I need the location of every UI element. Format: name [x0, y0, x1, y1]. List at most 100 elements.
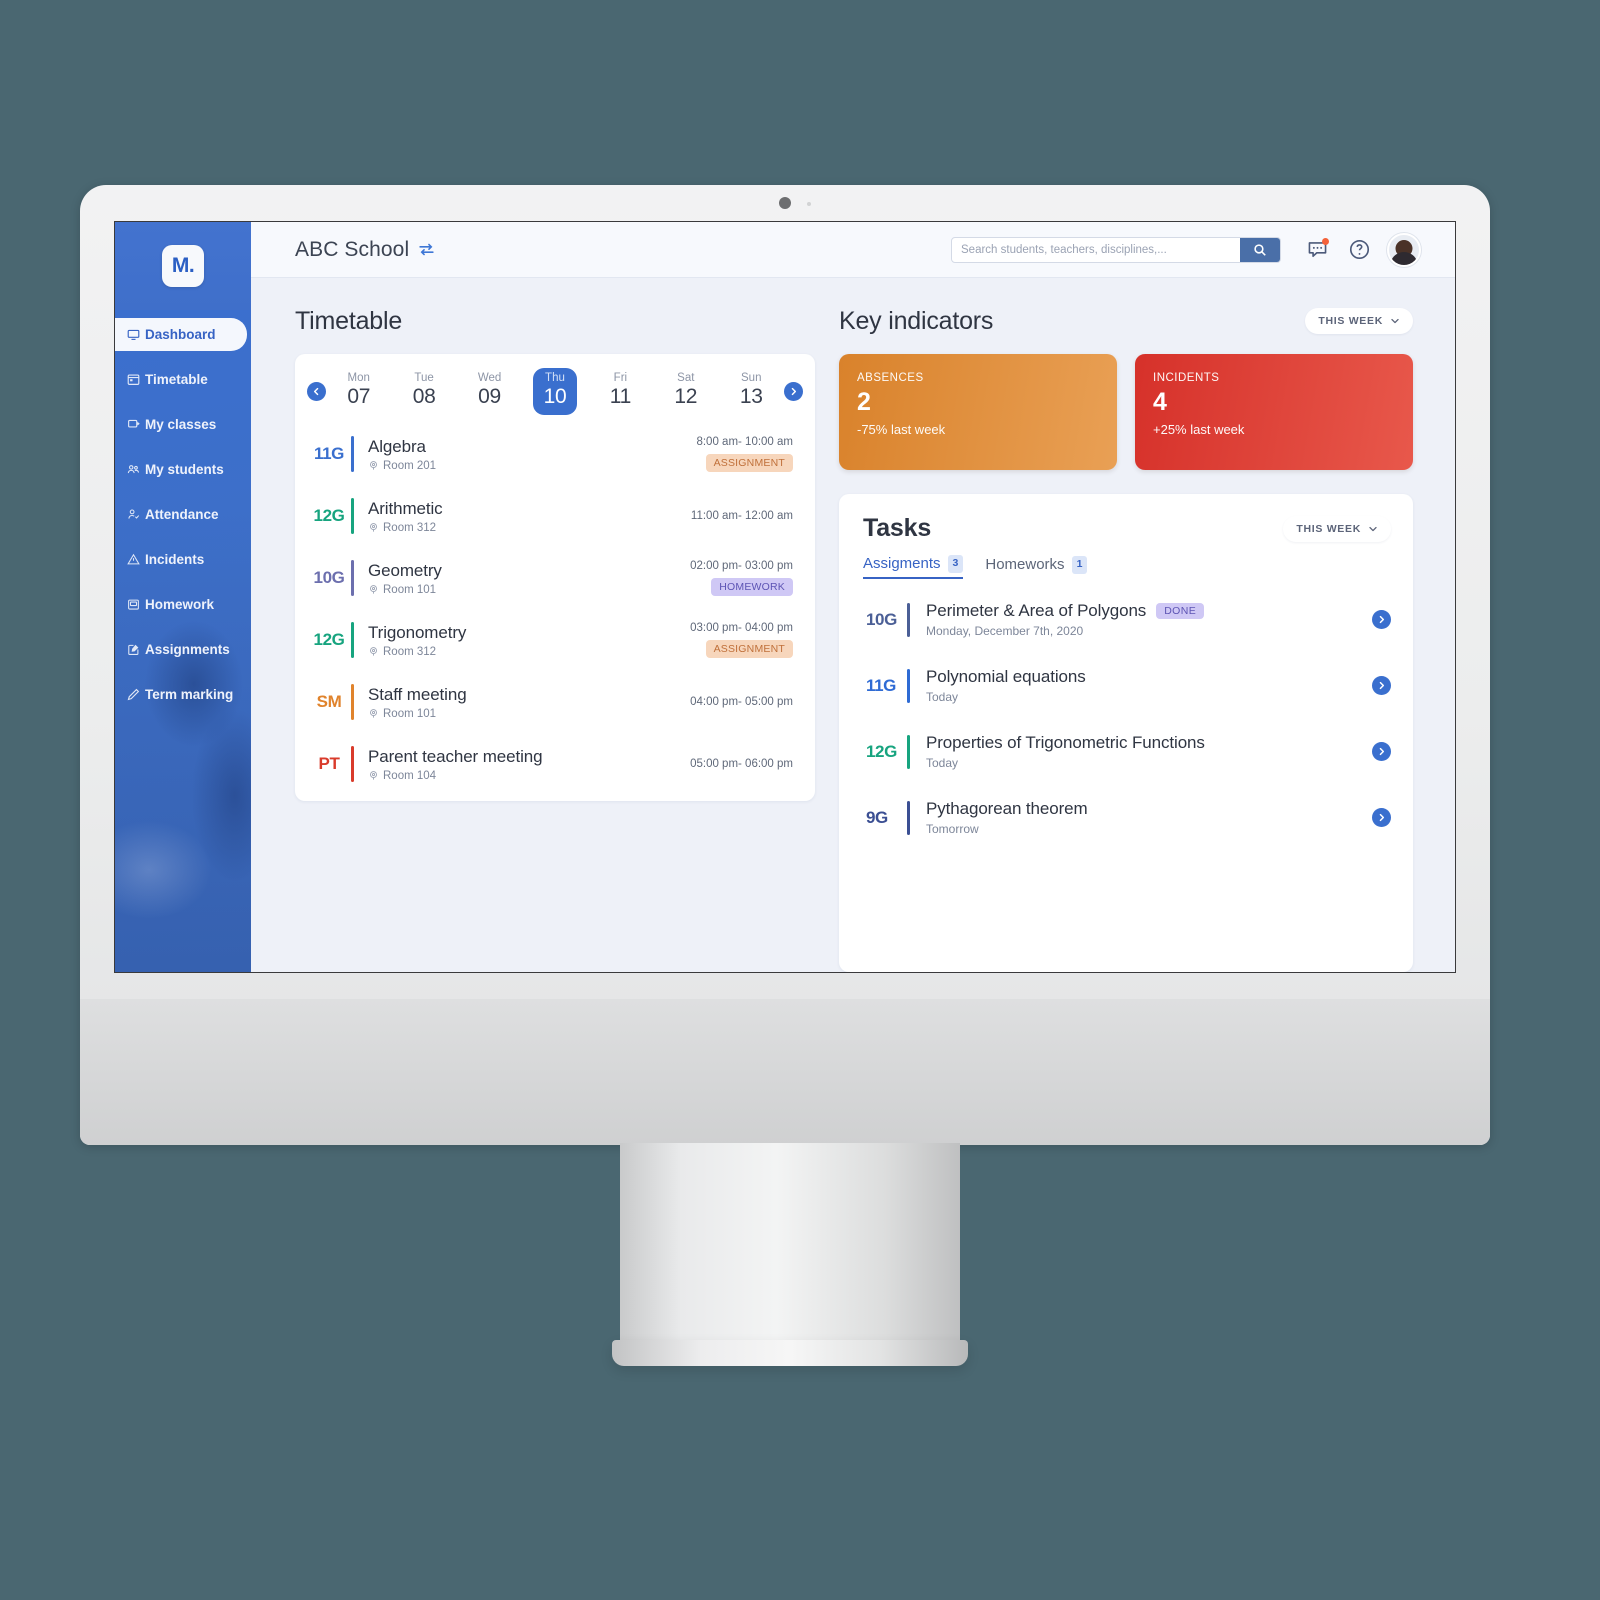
sidebar-item-label: Dashboard [145, 327, 216, 342]
kpi-row: ABSENCES 2 -75% last week INCIDENTS 4 +2… [839, 354, 1413, 470]
lesson-time: 04:00 pm- 05:00 pm [690, 696, 793, 708]
lesson-row[interactable]: 11G Algebra Room 201 8:00 am- 10:00 am ASSIG… [295, 423, 815, 485]
monitor-chin [80, 999, 1490, 1145]
task-row[interactable]: 9G Pythagorean theorem Tomorrow [863, 785, 1391, 851]
lesson-tag: ASSIGNMENT [705, 454, 793, 472]
lesson-time: 05:00 pm- 06:00 pm [690, 758, 793, 770]
location-pin-icon [368, 584, 379, 595]
task-open-button[interactable] [1372, 610, 1391, 630]
sidebar: M. Dashboard Timetable My classes My stu… [115, 222, 251, 972]
sidebar-item-my-classes[interactable]: My classes [115, 408, 251, 441]
lesson-color-bar [351, 560, 354, 596]
swap-horizontal-icon[interactable] [418, 241, 435, 258]
status-badge: DONE [1156, 603, 1205, 620]
topbar: ABC School [251, 222, 1455, 278]
task-title-row: Polynomial equations [926, 667, 1360, 687]
lesson-row[interactable]: 10G Geometry Room 101 02:00 pm- 03:00 pm HOM… [295, 547, 815, 609]
tasks-tabs: Assigments 3 Homeworks 1 [863, 555, 1391, 579]
sidebar-item-dashboard[interactable]: Dashboard [115, 318, 247, 351]
lesson-row[interactable]: SM Staff meeting Room 101 04:00 pm- 05:00 p… [295, 671, 815, 733]
prev-week-button[interactable] [307, 382, 326, 401]
day-cell-selected[interactable]: Thu 10 [532, 368, 577, 415]
kpi-absences[interactable]: ABSENCES 2 -75% last week [839, 354, 1117, 470]
task-due: Today [926, 690, 959, 705]
user-avatar[interactable] [1387, 232, 1421, 267]
sidebar-item-attendance[interactable]: Attendance [115, 498, 251, 531]
monitor-icon [127, 328, 140, 341]
lesson-room: Room 201 [368, 460, 696, 472]
lesson-class-code: SM [316, 692, 342, 711]
task-open-button[interactable] [1372, 808, 1391, 828]
day-cell[interactable]: Sat 12 [664, 368, 708, 415]
lesson-row[interactable]: 12G Arithmetic Room 312 11:00 am- 12:00 am [295, 485, 815, 547]
lesson-room-label: Room 104 [383, 769, 437, 782]
lesson-room-label: Room 312 [383, 521, 437, 534]
lesson-class-code: PT [318, 754, 340, 773]
task-info: Perimeter & Area of Polygons DONE Monday, … [926, 601, 1360, 638]
task-class-code: 10G [866, 609, 897, 629]
next-week-button[interactable] [784, 382, 803, 401]
day-cell[interactable]: Mon 07 [337, 368, 381, 415]
day-name: Sun [741, 372, 762, 384]
lesson-subject: Algebra [368, 436, 426, 456]
lesson-subject: Geometry [368, 560, 442, 580]
lesson-info: Parent teacher meeting Room 104 [368, 747, 690, 782]
tab-label: Assigments [863, 555, 941, 573]
location-pin-icon [368, 770, 379, 781]
lesson-row[interactable]: PT Parent teacher meeting Room 104 05:00 pm… [295, 733, 815, 795]
sidebar-item-label: My students [145, 462, 224, 477]
day-cell[interactable]: Fri 11 [598, 368, 642, 415]
day-cell[interactable]: Tue 08 [402, 368, 446, 415]
range-label: THIS WEEK [1318, 315, 1383, 327]
task-title-row: Pythagorean theorem [926, 799, 1360, 819]
sidebar-item-label: Timetable [145, 372, 208, 387]
task-row[interactable]: 12G Properties of Trigonometric Functions… [863, 719, 1391, 785]
sidebar-item-term-marking[interactable]: Term marking [115, 678, 251, 711]
search-button[interactable] [1240, 237, 1280, 262]
sidebar-item-timetable[interactable]: Timetable [115, 363, 251, 396]
range-label: THIS WEEK [1296, 522, 1361, 535]
imac-monitor: M. Dashboard Timetable My classes My stu… [80, 185, 1490, 1145]
help-button[interactable] [1345, 236, 1373, 264]
task-due: Tomorrow [926, 822, 979, 837]
day-cell[interactable]: Wed 09 [468, 368, 512, 415]
calendar-icon [127, 373, 140, 386]
task-open-button[interactable] [1372, 742, 1391, 762]
warning-icon [127, 553, 140, 566]
lesson-room: Room 312 [368, 522, 691, 534]
task-info: Pythagorean theorem Tomorrow [926, 799, 1360, 836]
tasks-range-dropdown[interactable]: THIS WEEK [1283, 515, 1391, 542]
day-number: 09 [478, 385, 501, 408]
lesson-room-label: Room 101 [383, 583, 437, 596]
kpi-value: 4 [1153, 388, 1167, 416]
sidebar-item-my-students[interactable]: My students [115, 453, 251, 486]
task-row[interactable]: 11G Polynomial equations Today [863, 653, 1391, 719]
sidebar-item-incidents[interactable]: Incidents [115, 543, 251, 576]
sidebar-item-homework[interactable]: Homework [115, 588, 251, 621]
task-class-code: 9G [866, 807, 888, 827]
right-column: Key indicators THIS WEEK ABSENCES 2 -75%… [839, 304, 1413, 972]
day-name: Thu [545, 372, 565, 384]
search-box[interactable] [951, 236, 1281, 263]
search-input[interactable] [952, 237, 1240, 262]
messages-button[interactable] [1303, 236, 1331, 264]
task-title: Pythagorean theorem [926, 799, 1088, 819]
lesson-row[interactable]: 12G Trigonometry Room 312 03:00 pm- 04:00 p… [295, 609, 815, 671]
tab-homeworks[interactable]: Homeworks 1 [985, 555, 1088, 579]
sidebar-item-assignments[interactable]: Assignments [115, 633, 251, 666]
lesson-room-label: Room 201 [383, 459, 437, 472]
sidebar-item-label: Incidents [145, 552, 205, 567]
task-row[interactable]: 10G Perimeter & Area of Polygons DONE Monda… [863, 587, 1391, 653]
lesson-meta: 04:00 pm- 05:00 pm [690, 696, 793, 708]
tab-assigments[interactable]: Assigments 3 [863, 555, 964, 579]
kpi-incidents[interactable]: INCIDENTS 4 +25% last week [1135, 354, 1413, 470]
task-color-bar [907, 800, 910, 835]
lesson-time: 02:00 pm- 03:00 pm [690, 560, 793, 572]
tasks-title: Tasks [863, 514, 932, 542]
app-logo[interactable]: M. [115, 222, 251, 310]
task-open-button[interactable] [1372, 676, 1391, 696]
day-cell[interactable]: Sun 13 [729, 368, 773, 415]
key-indicators-range-dropdown[interactable]: THIS WEEK [1305, 308, 1413, 334]
monitor-stand-foot [612, 1340, 968, 1366]
location-pin-icon [368, 522, 379, 533]
